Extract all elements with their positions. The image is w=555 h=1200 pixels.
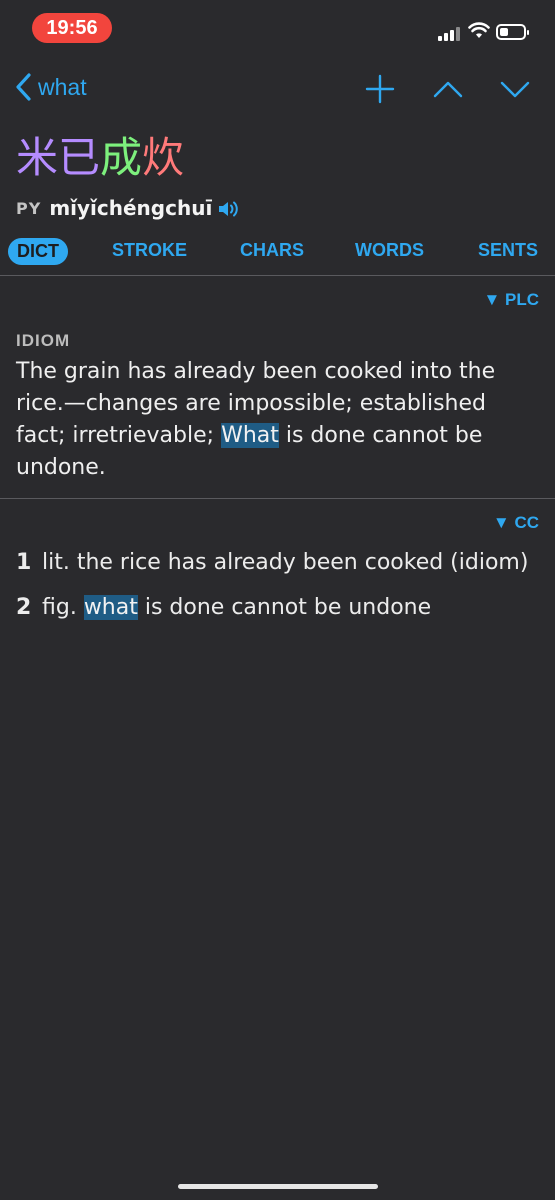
source-toggle-plc[interactable]: ▼ PLC [483,290,539,310]
nav-bar: what [0,66,555,114]
battery-icon [496,24,529,40]
headword-char: 已 [58,133,101,182]
tab-words[interactable]: WORDS [355,240,424,261]
pinyin-text: mǐyǐchéngchuī [49,196,213,220]
status-time: 19:56 [32,13,112,43]
back-label: what [38,73,87,100]
list-item: 2 fig. what is done cannot be undone [16,593,431,623]
back-button[interactable]: what [14,72,87,102]
search-highlight: what [83,595,138,620]
divider [0,498,555,499]
divider [0,275,555,276]
list-item: 1 lit. the rice has already been cooked … [16,548,528,578]
headword-char: 米 [16,133,59,182]
wifi-icon [468,22,490,38]
part-of-speech-label: IDIOM [16,331,71,350]
cellular-signal-icon [438,25,462,41]
sense-number: 1 [16,550,32,575]
tab-dict[interactable]: DICT [8,238,68,265]
search-highlight: What [221,423,279,448]
headword-char: 炊 [142,133,185,182]
plus-icon[interactable] [365,74,395,104]
chevron-up-icon[interactable] [432,74,464,104]
sense-text-part: is done cannot be undone [137,595,432,620]
sense-text: lit. the rice has already been cooked (i… [42,548,528,578]
tab-stroke[interactable]: STROKE [112,240,187,261]
source-toggle-cc[interactable]: ▼ CC [493,513,539,533]
tab-bar: DICT STROKE CHARS WORDS SENTS [0,236,555,272]
sense-number: 2 [16,595,32,620]
sense-text-part: lit. the rice has already been cooked (i… [42,550,529,575]
home-indicator[interactable] [178,1184,378,1189]
chevron-left-icon [16,73,31,101]
headword-char: 成 [100,133,143,182]
definition-text: The grain has already been cooked into t… [16,356,536,484]
sense-text: fig. what is done cannot be undone [42,593,431,623]
chevron-down-icon[interactable] [499,74,531,104]
sense-text-part: fig. [42,595,84,620]
pinyin-row: PY mǐyǐchéngchuī [16,196,241,220]
tab-chars[interactable]: CHARS [240,240,304,261]
status-bar: 19:56 [0,0,555,56]
tab-sents[interactable]: SENTS [478,240,538,261]
headword: 米已成炊 [16,132,184,184]
speaker-icon[interactable] [217,199,241,219]
pinyin-label: PY [16,198,42,218]
